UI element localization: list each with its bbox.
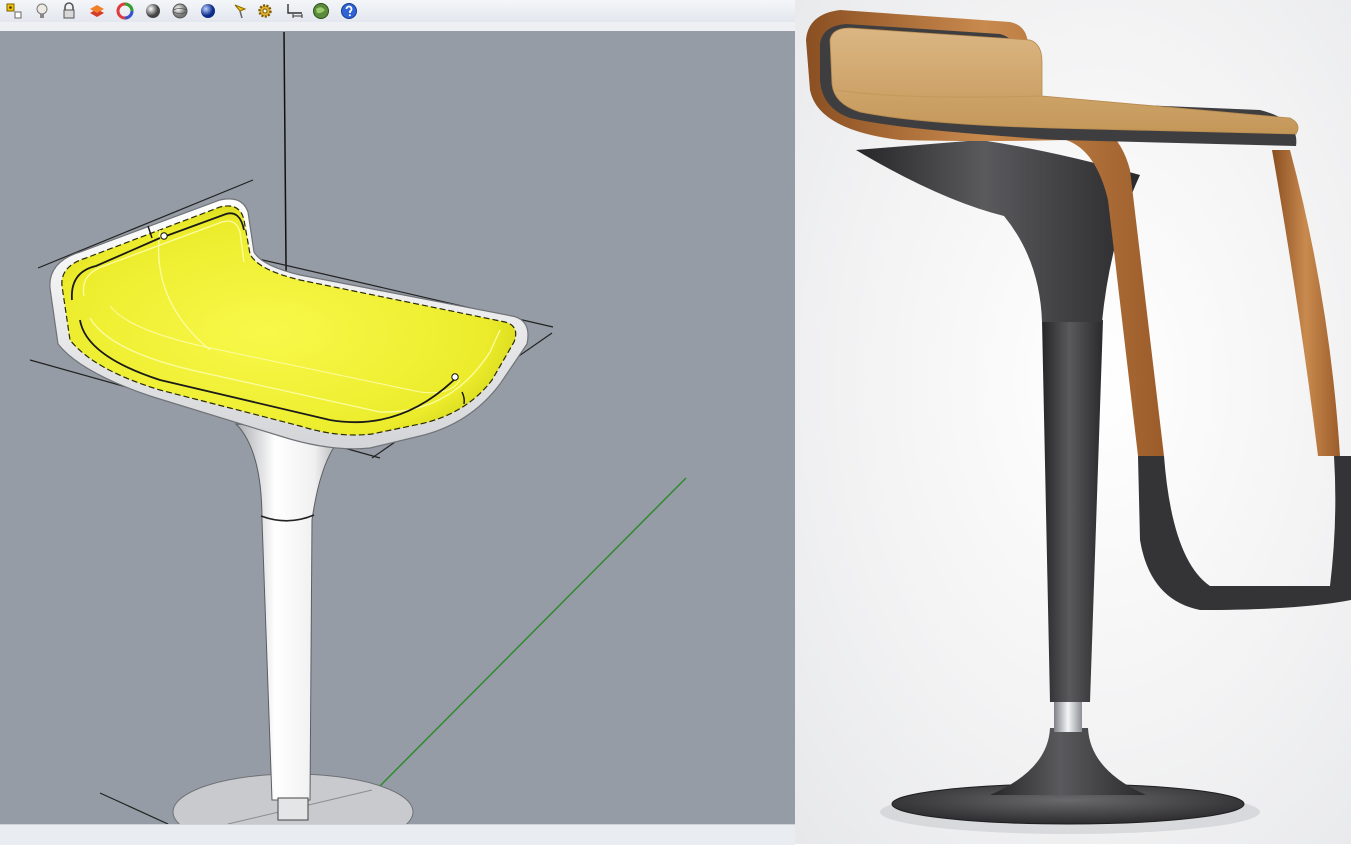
rhino-toolbar xyxy=(0,0,795,23)
help-icon xyxy=(341,3,357,19)
toolbar-separator xyxy=(0,22,795,31)
rendered-sphere-icon xyxy=(201,4,215,18)
base-cone xyxy=(990,728,1146,795)
globe-button[interactable] xyxy=(309,0,333,22)
color-wheel-icon xyxy=(116,2,134,20)
lower-stem xyxy=(1042,320,1103,702)
layer-icon xyxy=(90,5,104,17)
footrest-loop xyxy=(1138,456,1351,610)
front-leg-veneer xyxy=(1272,150,1340,456)
dimension-button[interactable] xyxy=(283,0,307,22)
layer-button[interactable] xyxy=(85,0,109,22)
stem-foot xyxy=(277,797,309,821)
perspective-viewport[interactable] xyxy=(0,31,795,824)
help-button[interactable] xyxy=(337,0,361,22)
light-bulb-icon xyxy=(36,3,48,18)
wood-seat[interactable] xyxy=(829,27,1299,135)
dimension-icon xyxy=(287,4,303,18)
status-bar xyxy=(0,824,795,845)
green-y-axis-line xyxy=(373,477,687,793)
rendered-stool-image xyxy=(795,0,1351,844)
snap-icon xyxy=(6,3,22,19)
control-point[interactable] xyxy=(160,232,168,240)
gear-icon xyxy=(258,4,272,18)
globe-icon xyxy=(313,3,329,19)
lock-icon xyxy=(63,2,75,19)
construction-line-base xyxy=(99,792,169,824)
shaded-view-button[interactable] xyxy=(141,0,165,22)
stool-model-view xyxy=(29,31,687,824)
color-button[interactable] xyxy=(113,0,137,22)
ghosted-sphere-icon xyxy=(172,3,188,19)
rendered-view-button[interactable] xyxy=(196,0,220,22)
analysis-icon xyxy=(234,4,247,19)
chrome-gas-lift xyxy=(1054,700,1082,732)
lock-button[interactable] xyxy=(57,0,81,22)
snap-button[interactable] xyxy=(2,0,26,22)
lights-button[interactable] xyxy=(30,0,54,22)
stool-render xyxy=(806,10,1351,834)
shaded-sphere-icon xyxy=(146,4,160,18)
control-point[interactable] xyxy=(451,373,459,381)
analysis-button[interactable] xyxy=(229,0,253,22)
stool-stem xyxy=(234,423,350,801)
options-button[interactable] xyxy=(253,0,277,22)
ghosted-view-button[interactable] xyxy=(168,0,192,22)
